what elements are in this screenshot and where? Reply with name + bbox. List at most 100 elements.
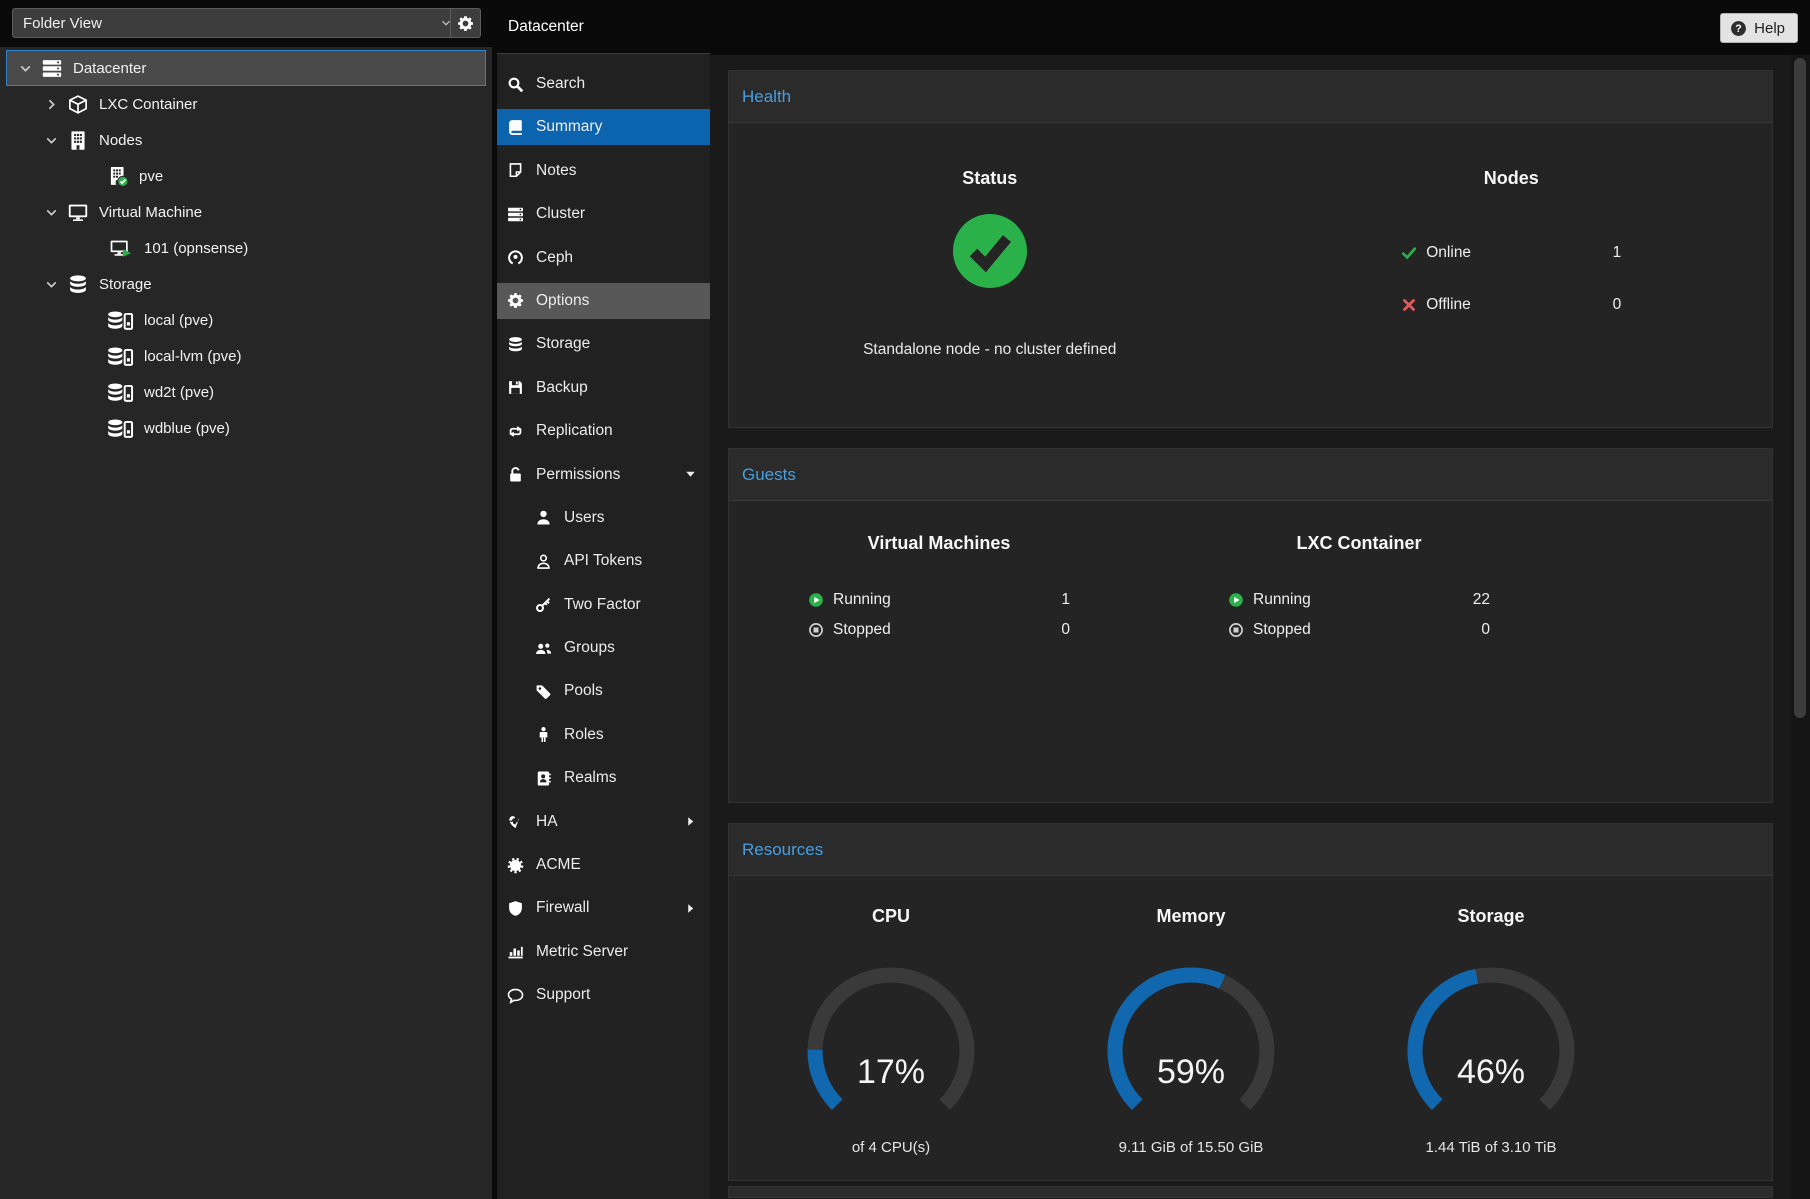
nav-item-metric-server[interactable]: Metric Server (497, 934, 710, 970)
nav-item-label: Pools (564, 682, 603, 700)
health-panel-title: Health (742, 87, 791, 107)
expander-chevron-right-icon[interactable] (43, 96, 60, 113)
nav-item-label: Options (536, 292, 589, 310)
nav-item-label: Groups (564, 639, 615, 657)
config-nav-panel: Datacenter SearchSummaryNotesClusterCeph… (497, 0, 710, 1199)
tree-item-wd2t-pve[interactable]: wd2t (pve) (6, 374, 486, 410)
heartbeat-icon (507, 813, 524, 830)
tree-item-label: pve (139, 168, 163, 185)
nav-item-storage[interactable]: Storage (497, 326, 710, 362)
cluster-status-column: Status Standalone node - no cluster defi… (729, 123, 1251, 359)
tree-item-nodes[interactable]: Nodes (6, 122, 486, 158)
tree-item-pve[interactable]: pve (6, 158, 486, 194)
scrollbar-thumb[interactable] (1794, 58, 1806, 718)
tree-item-local-lvm-pve[interactable]: local-lvm (pve) (6, 338, 486, 374)
status-row-label-group: Online (1401, 244, 1471, 262)
nav-item-firewall[interactable]: Firewall (497, 890, 710, 926)
database-icon (66, 274, 90, 295)
comment-icon (507, 987, 524, 1004)
database-drive-icon (106, 346, 135, 367)
health-panel-header: Health (729, 71, 1772, 123)
ceph-icon (507, 249, 524, 266)
nav-item-roles[interactable]: Roles (497, 717, 710, 753)
resource-tree-panel: Folder View DatacenterLXC ContainerNodes… (0, 0, 492, 1199)
nav-item-search[interactable]: Search (497, 66, 710, 102)
nav-item-label: Two Factor (564, 596, 641, 614)
tree-item-local-pve[interactable]: local (pve) (6, 302, 486, 338)
nav-item-label: Notes (536, 162, 577, 180)
resource-heading: Storage (1457, 906, 1524, 927)
nav-item-replication[interactable]: Replication (497, 413, 710, 449)
status-row-running: Running22 (1228, 590, 1490, 610)
unlock-icon (507, 466, 524, 483)
chart-bar-icon (507, 943, 524, 960)
nav-item-label: Support (536, 986, 590, 1004)
nav-item-permissions[interactable]: Permissions (497, 457, 710, 493)
nav-list: Search Summary Notes Cluster Ceph Options Stor… (497, 54, 710, 1013)
status-row-value: 0 (1061, 621, 1070, 639)
status-heading: Status (962, 168, 1017, 189)
cluster-icon (507, 206, 524, 223)
nav-item-groups[interactable]: Groups (497, 630, 710, 666)
status-message: Standalone node - no cluster defined (863, 341, 1116, 359)
database-drive-icon (106, 382, 135, 403)
resources-panel: Resources CPU17%of 4 CPU(s)Memory59%9.11… (728, 823, 1773, 1181)
status-row-label-group: Offline (1401, 296, 1471, 314)
floppy-icon (507, 379, 524, 396)
resource-tree: DatacenterLXC ContainerNodes pve Virtual M… (0, 47, 492, 1199)
guests-column-lxc-container: LXC ContainerRunning22Stopped0 (1149, 501, 1569, 650)
status-row-label: Online (1426, 244, 1471, 262)
view-mode-select[interactable]: Folder View (12, 8, 464, 38)
nav-item-support[interactable]: Support (497, 977, 710, 1013)
tree-item-lxc-container[interactable]: LXC Container (6, 86, 486, 122)
nav-item-label: Realms (564, 769, 617, 787)
cube-icon (66, 94, 90, 115)
shield-icon (507, 900, 524, 917)
expander-chevron-down-icon[interactable] (43, 204, 60, 221)
tree-item-101-opnsense[interactable]: 101 (opnsense) (6, 230, 486, 266)
nav-item-pools[interactable]: Pools (497, 673, 710, 709)
nav-item-label: ACME (536, 856, 581, 874)
tree-settings-button[interactable] (450, 8, 481, 38)
nav-item-acme[interactable]: ACME (497, 847, 710, 883)
nav-item-ha[interactable]: HA (497, 804, 710, 840)
nav-item-realms[interactable]: Realms (497, 760, 710, 796)
stop-circle-icon (808, 622, 824, 638)
status-row-label-group: Stopped (808, 621, 891, 639)
tree-item-wdblue-pve[interactable]: wdblue (pve) (6, 410, 486, 446)
nav-item-cluster[interactable]: Cluster (497, 196, 710, 232)
gear-icon (457, 15, 474, 32)
nav-item-api-tokens[interactable]: API Tokens (497, 543, 710, 579)
tree-item-virtual-machine[interactable]: Virtual Machine (6, 194, 486, 230)
svg-text:?: ? (1735, 23, 1741, 35)
expander-chevron-down-icon[interactable] (43, 132, 60, 149)
search-icon (507, 76, 524, 93)
nav-item-label: Cluster (536, 205, 585, 223)
nav-item-label: Replication (536, 422, 613, 440)
tree-item-datacenter[interactable]: Datacenter (6, 50, 486, 86)
nav-item-ceph[interactable]: Ceph (497, 240, 710, 276)
nav-item-summary[interactable]: Summary (497, 109, 710, 145)
nav-item-notes[interactable]: Notes (497, 153, 710, 189)
health-panel-body: Status Standalone node - no cluster defi… (729, 123, 1772, 359)
vertical-scrollbar[interactable] (1790, 55, 1810, 1199)
expander-chevron-down-icon[interactable] (17, 60, 34, 77)
help-button[interactable]: ? Help (1720, 13, 1798, 43)
play-circle-icon (1228, 592, 1244, 608)
nav-item-options[interactable]: Options (497, 283, 710, 319)
nav-item-label: Summary (536, 118, 602, 136)
nav-item-label: Users (564, 509, 604, 527)
cpu-usage-gauge: 17% (791, 959, 991, 1119)
resource-heading: Memory (1156, 906, 1225, 927)
tree-item-storage[interactable]: Storage (6, 266, 486, 302)
gear-icon (507, 292, 524, 309)
nodes-status-column: Nodes Online1Offline0 (1251, 123, 1773, 359)
storage-usage-gauge: 46% (1391, 959, 1591, 1119)
book-icon (507, 119, 524, 136)
person-icon (535, 726, 552, 743)
content-header: ? Help (710, 0, 1810, 55)
nav-item-users[interactable]: Users (497, 500, 710, 536)
nav-item-two-factor[interactable]: Two Factor (497, 587, 710, 623)
expander-chevron-down-icon[interactable] (43, 276, 60, 293)
nav-item-backup[interactable]: Backup (497, 370, 710, 406)
